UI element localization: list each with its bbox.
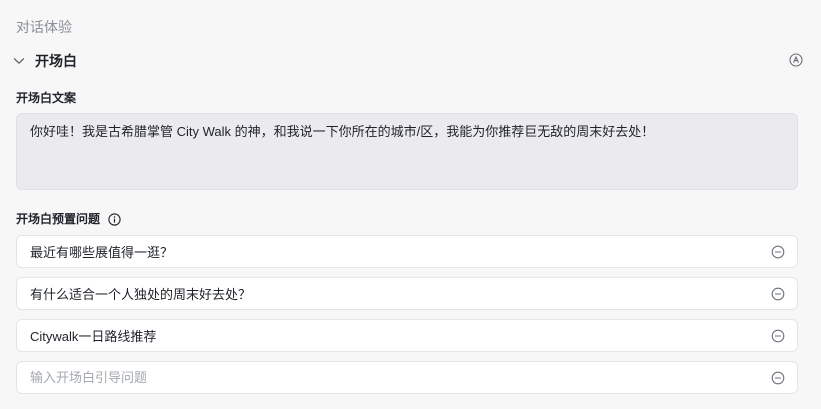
preset-question-item[interactable]: 有什么适合一个人独处的周末好去处？	[16, 277, 798, 310]
preset-question-item[interactable]: Citywalk一日路线推荐	[16, 319, 798, 352]
preset-question-text[interactable]: Citywalk一日路线推荐	[30, 326, 771, 345]
preset-questions-label: 开场白预置问题	[16, 211, 121, 227]
new-question-row[interactable]	[16, 361, 798, 394]
conversation-experience-panel: 对话体验 开场白 开场白文案 你好哇！我是古希腊掌管 City Walk 的神，…	[0, 0, 821, 409]
info-icon[interactable]	[108, 212, 121, 226]
opening-text-area[interactable]: 你好哇！我是古希腊掌管 City Walk 的神，和我说一下你所在的城市/区，我…	[16, 113, 798, 190]
preset-questions-label-text: 开场白预置问题	[16, 212, 101, 226]
opening-text-label-text: 开场白文案	[16, 91, 77, 105]
chevron-down-icon[interactable]	[12, 54, 26, 68]
preset-question-text[interactable]: 有什么适合一个人独处的周末好去处？	[30, 284, 771, 303]
opening-collapse-header[interactable]: 开场白	[12, 50, 803, 72]
opening-text-label: 开场白文案	[16, 90, 76, 106]
minus-circle-icon[interactable]	[771, 245, 785, 259]
auto-circle-icon[interactable]	[789, 53, 803, 67]
minus-circle-icon[interactable]	[771, 329, 785, 343]
preset-question-text[interactable]: 最近有哪些展值得一逛？	[30, 242, 771, 261]
section-title: 对话体验	[16, 19, 72, 35]
preset-question-item[interactable]: 最近有哪些展值得一逛？	[16, 235, 798, 268]
new-question-input[interactable]	[30, 370, 771, 385]
minus-circle-icon[interactable]	[771, 287, 785, 301]
opening-header-title: 开场白	[35, 53, 77, 69]
minus-circle-icon[interactable]	[771, 371, 785, 385]
